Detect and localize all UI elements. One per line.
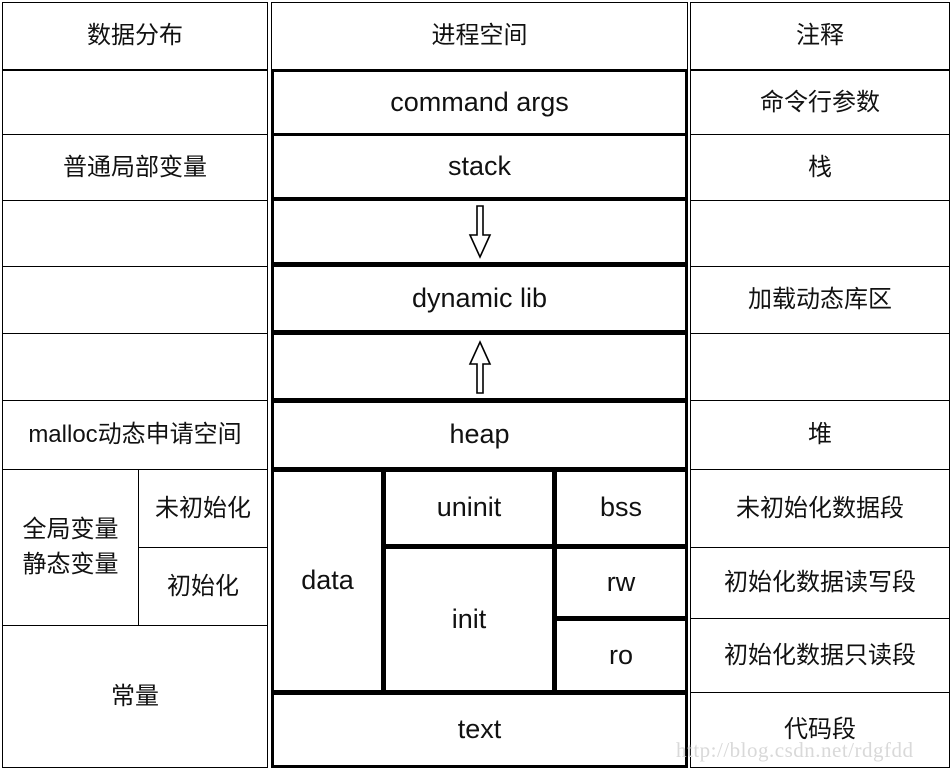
right-cell-command-args-note: 命令行参数	[690, 70, 950, 135]
middle-cell-command-args: command args	[271, 69, 688, 136]
middle-cell-bss: bss	[554, 469, 688, 547]
right-cell-rw-note: 初始化数据读写段	[690, 547, 950, 619]
left-cell-malloc-dynamic-space: malloc动态申请空间	[2, 400, 268, 470]
middle-cell-ro: ro	[554, 618, 688, 693]
left-cell-local-variables: 普通局部变量	[2, 134, 268, 201]
right-cell-ro-note: 初始化数据只读段	[690, 618, 950, 693]
watermark: http://blog.csdn.net/rdgfdd	[676, 738, 914, 762]
right-cell-gap2-note	[690, 333, 950, 401]
header-data-distribution: 数据分布	[2, 2, 268, 70]
middle-cell-heap: heap	[271, 400, 688, 470]
middle-cell-uninit: uninit	[383, 469, 555, 547]
right-cell-dynamic-lib-note: 加载动态库区	[690, 266, 950, 334]
static-variable-label: 静态变量	[22, 550, 119, 578]
middle-cell-stack: stack	[271, 133, 688, 200]
right-cell-stack-note: 栈	[690, 134, 950, 201]
middle-cell-rw: rw	[554, 546, 688, 619]
global-variable-label: 全局变量	[22, 515, 119, 543]
middle-cell-gap-down	[271, 198, 688, 265]
left-cell-empty-2	[2, 200, 268, 267]
left-cell-global-static-variables: 全局变量 静态变量	[2, 469, 139, 626]
right-cell-gap1-note	[690, 200, 950, 267]
middle-cell-dynamic-lib: dynamic lib	[271, 264, 688, 333]
header-process-space: 进程空间	[271, 2, 688, 70]
left-cell-uninitialized: 未初始化	[138, 469, 268, 548]
right-cell-bss-note: 未初始化数据段	[690, 469, 950, 548]
header-annotation: 注释	[690, 2, 950, 70]
left-cell-constants: 常量	[2, 625, 268, 768]
middle-cell-data: data	[271, 469, 384, 693]
left-cell-empty-1	[2, 70, 268, 135]
middle-cell-text: text	[271, 692, 688, 768]
left-cell-initialized: 初始化	[138, 547, 268, 626]
left-cell-empty-4	[2, 333, 268, 401]
middle-cell-gap-up	[271, 332, 688, 401]
right-cell-heap-note: 堆	[690, 400, 950, 470]
memory-layout-diagram: 数据分布 进程空间 注释 普通局部变量 malloc动态申请空间 全局变量 静态…	[0, 0, 952, 770]
left-cell-empty-3	[2, 266, 268, 334]
middle-cell-init: init	[383, 546, 555, 693]
